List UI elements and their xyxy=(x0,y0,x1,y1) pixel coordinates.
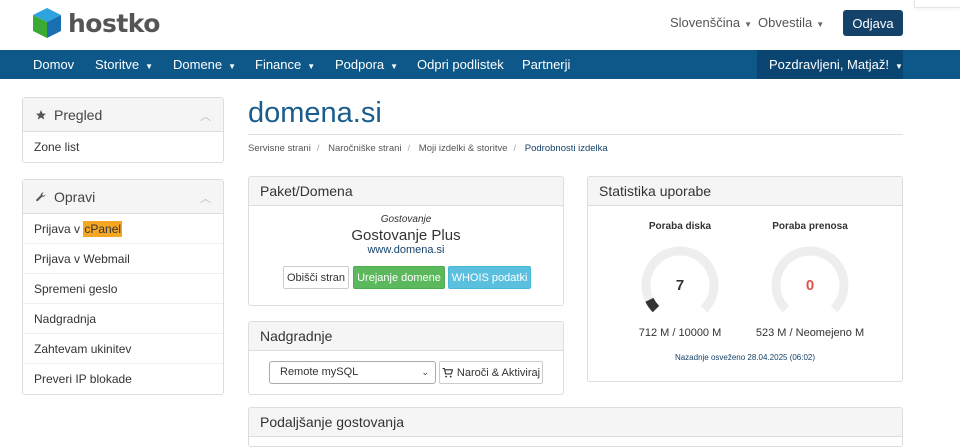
caret-down-icon: ▼ xyxy=(145,62,153,71)
nav-partners-label: Partnerji xyxy=(522,57,571,72)
sidebar-item-upgrade[interactable]: Nadgradnja xyxy=(23,304,223,334)
popup-edge xyxy=(914,0,960,8)
nav-partners[interactable]: Partnerji xyxy=(522,50,570,79)
sidebar-actions-title: Opravi xyxy=(54,188,96,205)
breadcrumb-separator: / xyxy=(316,143,320,154)
logo[interactable]: hostko xyxy=(32,7,160,39)
chevron-up-icon[interactable]: ︿ xyxy=(200,108,211,124)
caret-down-icon: ▼ xyxy=(744,20,753,29)
extend-hosting-panel: Podaljšanje gostovanja xyxy=(248,407,903,447)
title-divider xyxy=(248,134,903,135)
language-dropdown[interactable]: Slovenščina ▼ xyxy=(670,15,752,30)
nav-support[interactable]: Podpora ▼ xyxy=(335,50,398,79)
nav-home[interactable]: Domov xyxy=(33,50,74,79)
disk-usage-detail: 712 M / 10000 M xyxy=(638,327,722,339)
nav-open-ticket[interactable]: Odpri podlistek xyxy=(417,50,504,79)
last-refreshed: Nazadnje osveženo 28.04.2025 (06:02) xyxy=(674,353,816,362)
star-icon xyxy=(35,109,47,121)
bandwidth-usage-detail: 523 M / Neomejeno M xyxy=(755,327,865,339)
logo-text: hostko xyxy=(68,8,160,38)
nav-services-label: Storitve xyxy=(95,57,140,72)
sidebar-item-label: Prijava v xyxy=(34,222,84,236)
cart-icon xyxy=(442,367,453,378)
language-label: Slovenščina xyxy=(670,15,741,30)
sidebar-item-change-password[interactable]: Spremeni geslo xyxy=(23,274,223,304)
nav-finance-label: Finance xyxy=(255,57,302,72)
caret-down-icon: ▼ xyxy=(816,20,825,29)
breadcrumb-separator: / xyxy=(513,143,517,154)
cube-logo-icon xyxy=(33,8,61,38)
package-panel-header: Paket/Domena xyxy=(249,177,563,206)
wrench-icon xyxy=(35,191,47,203)
order-activate-label: Naroči & Aktiviraj xyxy=(456,366,541,379)
package-panel: Paket/Domena Gostovanje Gostovanje Plus … xyxy=(248,176,564,306)
edit-domain-button[interactable]: Urejanje domene xyxy=(353,266,445,289)
breadcrumb-item[interactable]: Servisne strani xyxy=(248,143,311,154)
disk-usage-label: Poraba diska xyxy=(648,221,712,232)
nav-domains-label: Domene xyxy=(173,57,223,72)
order-activate-button[interactable]: Naroči & Aktiviraj xyxy=(439,361,543,384)
notifications-dropdown[interactable]: Obvestila ▼ xyxy=(758,15,824,30)
extend-hosting-header: Podaljšanje gostovanja xyxy=(249,408,902,437)
sidebar-overview-header[interactable]: Pregled ︿ xyxy=(23,98,223,132)
package-domain-link[interactable]: www.domena.si xyxy=(249,244,563,256)
sidebar-item-webmail-login[interactable]: Prijava v Webmail xyxy=(23,244,223,274)
bandwidth-usage-value: 0 xyxy=(805,277,815,294)
chevron-down-icon: ⌄ xyxy=(421,367,429,377)
breadcrumb-item[interactable]: Moji izdelki & storitve xyxy=(419,143,508,154)
usage-stats-panel: Statistika uporabe Poraba diska 7 712 M … xyxy=(587,176,903,382)
notifications-label: Obvestila xyxy=(758,15,813,30)
nav-support-label: Podpora xyxy=(335,57,385,72)
nav-open-ticket-label: Odpri podlistek xyxy=(417,57,504,72)
caret-down-icon: ▼ xyxy=(228,62,237,71)
chevron-up-icon[interactable]: ︿ xyxy=(200,190,211,206)
usage-stats-header: Statistika uporabe xyxy=(588,177,902,206)
addon-select[interactable]: Remote mySQL ⌄ xyxy=(269,361,436,384)
addon-select-value: Remote mySQL xyxy=(280,366,359,378)
sidebar-overview-title: Pregled xyxy=(54,106,103,123)
page-title: domena.si xyxy=(248,97,382,129)
sidebar-actions-header[interactable]: Opravi ︿ xyxy=(23,180,223,214)
caret-down-icon: ▼ xyxy=(894,62,903,71)
disk-usage-value: 7 xyxy=(675,277,685,294)
nav-services[interactable]: Storitve ▼ xyxy=(95,50,153,79)
sidebar-actions-panel: Opravi ︿ Prijava v cPanel Prijava v Webm… xyxy=(22,179,224,395)
breadcrumb: Servisne strani / Naročniške strani / Moji… xyxy=(248,143,608,154)
breadcrumb-item[interactable]: Naročniške strani xyxy=(328,143,401,154)
nav-finance[interactable]: Finance ▼ xyxy=(255,50,315,79)
whois-button[interactable]: WHOIS podatki xyxy=(448,266,531,289)
breadcrumb-separator: / xyxy=(407,143,411,154)
main-navbar: Domov Storitve ▼ Domene ▼ Finance ▼ Podpora… xyxy=(0,50,960,79)
highlighted-text: cPanel xyxy=(83,221,123,237)
nav-home-label: Domov xyxy=(33,57,75,72)
sidebar-item-cpanel-login[interactable]: Prijava v cPanel xyxy=(23,214,223,244)
user-menu[interactable]: Pozdravljeni, Matjaž! ▼ xyxy=(757,50,903,79)
upgrades-panel: Nadgradnje Remote mySQL ⌄ Naroči & Aktivi… xyxy=(248,321,564,395)
caret-down-icon: ▼ xyxy=(307,62,316,71)
bandwidth-usage-label: Poraba prenosa xyxy=(772,221,848,232)
sidebar-item-request-cancellation[interactable]: Zahtevam ukinitev xyxy=(23,334,223,364)
upgrades-panel-header: Nadgradnje xyxy=(249,322,563,351)
sidebar-item-check-ip-block[interactable]: Preveri IP blokade xyxy=(23,364,223,394)
visit-site-button[interactable]: Obišči stran xyxy=(283,266,349,289)
caret-down-icon: ▼ xyxy=(390,62,399,71)
package-type: Gostovanje xyxy=(380,214,432,225)
sidebar-item-zone-list[interactable]: Zone list xyxy=(23,132,223,162)
sidebar-overview-panel: Pregled ︿ Zone list xyxy=(22,97,224,163)
user-greeting: Pozdravljeni, Matjaž! xyxy=(769,57,889,72)
site-header: hostko Slovenščina ▼ Obvestila ▼ Odjava xyxy=(0,0,960,50)
nav-domains[interactable]: Domene ▼ xyxy=(173,50,236,79)
breadcrumb-current: Podrobnosti izdelka xyxy=(524,143,608,154)
package-name: Gostovanje Plus xyxy=(351,227,461,244)
logout-button[interactable]: Odjava xyxy=(843,10,903,36)
